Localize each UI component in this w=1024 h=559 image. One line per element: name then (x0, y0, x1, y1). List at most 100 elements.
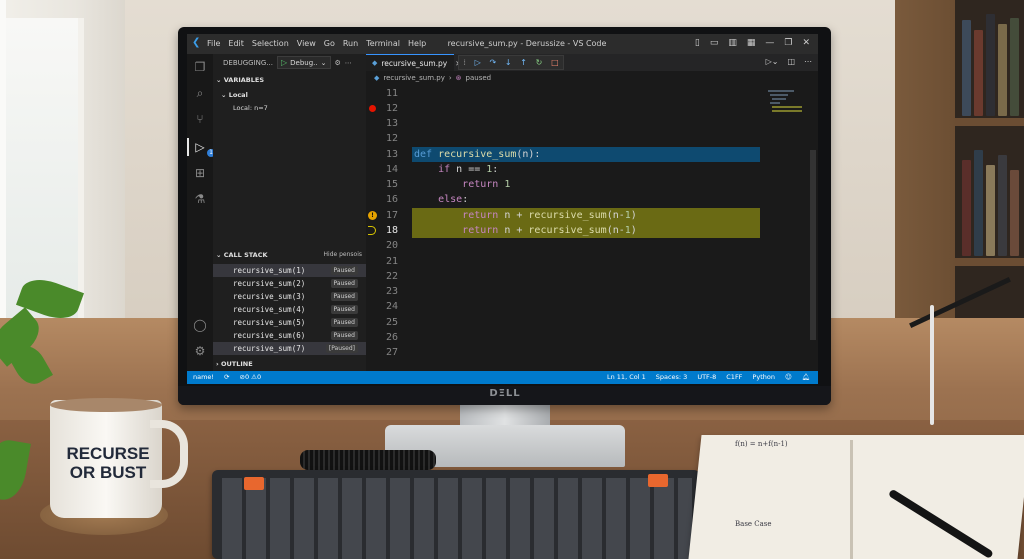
feedback-icon[interactable]: ☺ (785, 373, 792, 381)
paused-state-icon: ⊛ (455, 74, 462, 82)
menu-help[interactable]: Help (408, 39, 426, 48)
settings-gear-icon[interactable]: ⚙ (193, 344, 207, 358)
minimap[interactable] (766, 86, 810, 146)
mug-coffee (50, 398, 162, 412)
toggle-primary-sidebar-icon[interactable]: ▯ (695, 38, 700, 48)
restart-icon[interactable]: ↻ (536, 58, 543, 67)
line-number: 15 (385, 179, 398, 190)
menu-go[interactable]: Go (324, 39, 335, 48)
source-control-icon[interactable]: ⑂ (193, 112, 207, 126)
book (1010, 18, 1019, 116)
status-bar: name! ⟳ ⊘0 ⚠0 Ln 11, Col 1 Spaces: 3 UTF… (187, 371, 818, 384)
debug-sidebar: DEBUGGING... ▷ Debug.. ⌄ ⚙ ⋯ ⌄ VARIABLES… (213, 54, 366, 371)
more-actions-icon[interactable]: ⋯ (804, 57, 812, 66)
debug-config-select[interactable]: ▷ Debug.. ⌄ (277, 56, 331, 69)
code-line: 12 (366, 101, 766, 116)
encoding[interactable]: UTF-8 (697, 373, 716, 381)
outline-title: OUTLINE (220, 360, 253, 368)
book (986, 14, 995, 116)
call-stack-frame[interactable]: recursive_sum(1) Paused (213, 264, 366, 277)
close-button[interactable]: ✕ (802, 38, 810, 48)
menu-terminal[interactable]: Terminal (366, 39, 400, 48)
code-line: 11 (366, 86, 766, 101)
line-number: 22 (385, 271, 398, 282)
menu-run[interactable]: Run (343, 39, 358, 48)
more-actions-icon[interactable]: ⋯ (345, 59, 352, 67)
mug-text: RECURSE OR BUST (66, 444, 150, 482)
code-line: 15 return 1 (366, 177, 766, 192)
outline-section-header[interactable]: › OUTLINE (213, 358, 366, 370)
book (998, 24, 1007, 116)
minimize-button[interactable]: — (765, 38, 774, 48)
stop-icon[interactable]: □ (551, 58, 559, 67)
frame-name: recursive_sum(5) (233, 318, 306, 327)
tab-recursive-sum[interactable]: ◆ recursive_sum.py ✕ (366, 54, 462, 71)
cursor-position[interactable]: Ln 11, Col 1 (607, 373, 646, 381)
breadcrumb-file[interactable]: recursive_sum.py (383, 74, 444, 82)
run-and-debug-icon[interactable]: ▷ 1 (193, 140, 215, 157)
hide-button[interactable]: Hide pensois (324, 249, 362, 261)
code-text: else: (438, 194, 469, 205)
call-stack-section-header[interactable]: ⌄ CALL STACK Hide pensois (213, 249, 366, 261)
vertical-scrollbar[interactable] (810, 150, 816, 340)
restore-button[interactable]: ❐ (784, 38, 792, 48)
step-into-icon[interactable]: ↓ (505, 58, 512, 67)
variables-section-header[interactable]: ⌄ VARIABLES (213, 74, 366, 86)
end-of-line[interactable]: C1FF (726, 373, 742, 381)
customize-layout-icon[interactable]: ▦ (747, 38, 756, 48)
call-stack-frame[interactable]: recursive_sum(5) Paused (213, 316, 366, 329)
window-title: recursive_sum.py - Derussize - VS Code (447, 39, 607, 48)
code-text: if n == 1: (438, 164, 499, 175)
menu-view[interactable]: View (297, 39, 316, 48)
call-stack-list: recursive_sum(1) Paused recursive_sum(2)… (213, 264, 366, 355)
indentation[interactable]: Spaces: 3 (656, 373, 688, 381)
menu-edit[interactable]: Edit (228, 39, 244, 48)
local-variable[interactable]: Local: n=7 (233, 104, 268, 112)
code-text: return 1 (462, 179, 511, 190)
book (962, 20, 971, 116)
chevron-down-icon: ⌄ (320, 58, 327, 67)
keyboard-cable (300, 450, 436, 470)
call-stack-frame[interactable]: recursive_sum(4) Paused (213, 303, 366, 316)
menu-file[interactable]: File (207, 39, 220, 48)
call-stack-frame[interactable]: recursive_sum(6) Paused (213, 329, 366, 342)
code-line: 27 (366, 345, 766, 360)
status-bar-left: name! ⟳ ⊘0 ⚠0 (193, 373, 261, 381)
debug-settings-gear-icon[interactable]: ⚙ (335, 59, 341, 67)
status-bar-right: Ln 11, Col 1 Spaces: 3 UTF-8 C1FF Python… (607, 373, 810, 381)
toggle-panel-icon[interactable]: ▭ (710, 38, 719, 48)
debug-header: DEBUGGING... ▷ Debug.. ⌄ ⚙ ⋯ (213, 54, 366, 71)
step-out-icon[interactable]: ↑ (520, 58, 527, 67)
accounts-icon[interactable]: ◯ (193, 318, 207, 332)
explorer-icon[interactable]: ❐ (193, 60, 207, 74)
call-stack-frame[interactable]: recursive_sum(3) Paused (213, 290, 366, 303)
code-line: 14 if n == 1: (366, 162, 766, 177)
code-line: 12 (366, 131, 766, 146)
breadcrumb: ◆ recursive_sum.py › ⊛ paused (374, 74, 491, 82)
frame-status-badge: Paused (330, 331, 358, 340)
sync-icon[interactable]: ⟳ (224, 373, 229, 381)
extensions-icon[interactable]: ⊞ (193, 166, 207, 180)
call-stack-frame[interactable]: recursive_sum(7) [Paused] (213, 342, 366, 355)
testing-icon[interactable]: ⚗ (193, 192, 207, 206)
breadcrumb-state[interactable]: paused (466, 74, 492, 82)
code-text: def recursive_sum(n): (414, 149, 541, 160)
toggle-secondary-sidebar-icon[interactable]: ▥ (728, 38, 737, 48)
split-editor-icon[interactable]: ◫ (787, 57, 795, 66)
problems-indicator[interactable]: ⊘0 ⚠0 (240, 373, 262, 381)
drag-handle-icon[interactable]: ⁞ (463, 58, 466, 67)
notifications-bell-icon[interactable]: 🔔︎ (802, 373, 810, 381)
remote-indicator[interactable]: name! (193, 373, 214, 381)
book (998, 155, 1007, 256)
line-number: 12 (385, 133, 398, 144)
menu-selection[interactable]: Selection (252, 39, 289, 48)
call-stack-frame[interactable]: recursive_sum(2) Paused (213, 277, 366, 290)
start-debugging-icon[interactable]: ▷ (281, 58, 287, 67)
local-scope[interactable]: ⌄ Local (221, 91, 248, 99)
active-view-indicator (187, 138, 189, 156)
run-file-icon[interactable]: ▷⌄ (766, 57, 779, 66)
continue-icon[interactable]: ▷ (475, 58, 481, 67)
language-mode[interactable]: Python (752, 373, 775, 381)
step-over-icon[interactable]: ↷ (489, 58, 496, 67)
search-icon[interactable]: ⌕ (193, 86, 207, 100)
